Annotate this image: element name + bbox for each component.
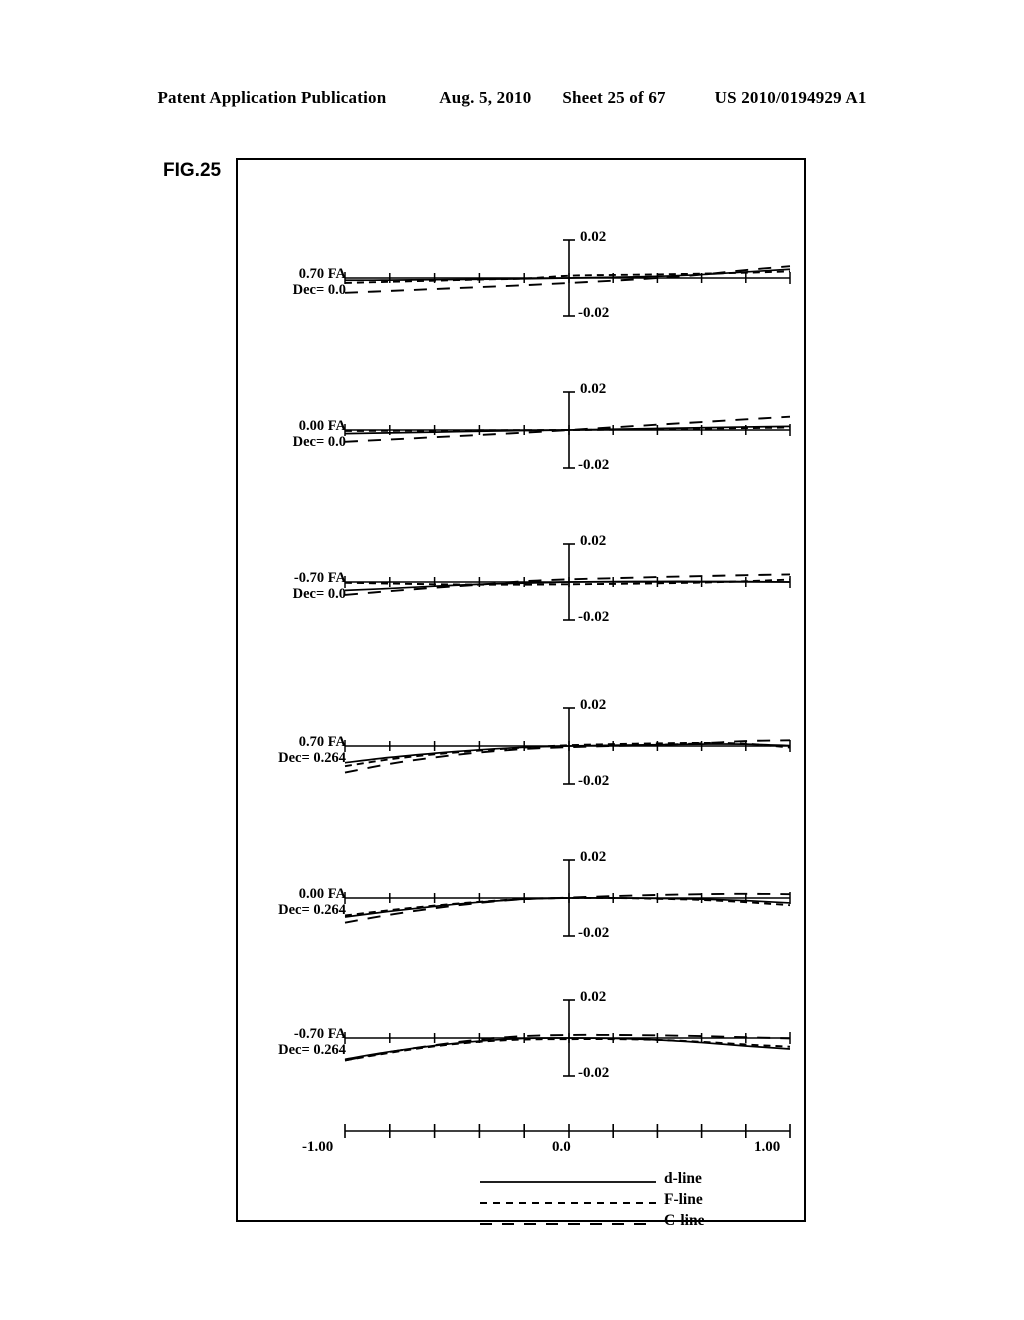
curve-c-line [344, 739, 791, 774]
curve-d-line [344, 897, 791, 918]
curve-d-line [344, 1037, 791, 1061]
plot-block-6: -0.70 FA Dec= 0.264 0.02 -0.02 [238, 980, 808, 1130]
y-tick-label-top-1: 0.02 [580, 229, 607, 245]
x-tick-label-max: 1.00 [754, 1139, 781, 1155]
y-tick-label-top-4: 0.02 [580, 697, 607, 713]
figure-frame: 0.70 FA Dec= 0.0 0.02 -0.02 0.00 FA Dec= 0.0 0… [236, 158, 808, 1229]
legend-item-d-line: d-line [480, 1170, 810, 1193]
y-tick-label-top-5: 0.02 [580, 849, 607, 865]
plot-block-4: 0.70 FA Dec= 0.264 0.02 -0.02 [238, 688, 808, 838]
plot-svg-3 [344, 543, 791, 621]
legend-label-c-line: C-line [664, 1212, 705, 1229]
plot-svg-2 [344, 391, 791, 469]
header-date: Aug. 5, 2010 [439, 88, 532, 107]
figure-label: FIG.25 [163, 160, 222, 181]
plot-block-2: 0.00 FA Dec= 0.0 0.02 -0.02 [238, 372, 808, 522]
legend-swatch-d-line [480, 1172, 658, 1192]
y-tick-label-bottom-4: -0.02 [578, 773, 610, 789]
legend-label-d-line: d-line [664, 1170, 702, 1187]
plot-svg-1 [344, 239, 791, 317]
x-tick-label-min: -1.00 [302, 1139, 334, 1155]
legend-item-f-line: F-line [480, 1191, 810, 1214]
plot-block-1: 0.70 FA Dec= 0.0 0.02 -0.02 [238, 220, 808, 370]
y-tick-label-bottom-6: -0.02 [578, 1065, 610, 1081]
y-tick-label-top-6: 0.02 [580, 989, 607, 1005]
y-tick-label-bottom-3: -0.02 [578, 609, 610, 625]
legend: d-line F-line C-line [480, 1170, 810, 1235]
header-publication: Patent Application Publication [157, 88, 387, 107]
legend-label-f-line: F-line [664, 1191, 703, 1208]
x-tick-label-mid: 0.0 [552, 1139, 571, 1155]
plot-svg-5 [344, 859, 791, 937]
y-tick-label-top-3: 0.02 [580, 533, 607, 549]
plot-block-3: -0.70 FA Dec= 0.0 0.02 -0.02 [238, 524, 808, 674]
y-tick-label-bottom-2: -0.02 [578, 457, 610, 473]
header-document-number: US 2010/0194929 A1 [714, 88, 867, 107]
publication-header: Patent Application Publication Aug. 5, 2… [0, 88, 1024, 108]
header-sheet: Sheet 25 of 67 [562, 88, 666, 107]
legend-item-c-line: C-line [480, 1212, 810, 1235]
plot-block-5: 0.00 FA Dec= 0.264 0.02 -0.02 [238, 840, 808, 990]
plot-svg-6 [344, 999, 791, 1077]
y-tick-label-bottom-5: -0.02 [578, 925, 610, 941]
legend-swatch-f-line [480, 1193, 658, 1213]
legend-swatch-c-line [480, 1214, 658, 1234]
curve-f-line [344, 1038, 791, 1062]
y-tick-label-top-2: 0.02 [580, 381, 607, 397]
y-tick-label-bottom-1: -0.02 [578, 305, 610, 321]
plot-svg-4 [344, 707, 791, 785]
